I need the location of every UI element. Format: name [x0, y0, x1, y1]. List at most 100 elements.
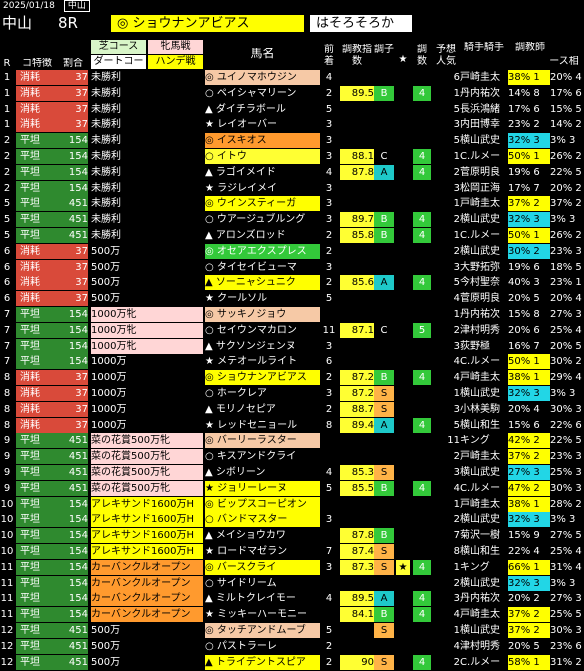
- train-count: 4: [413, 607, 431, 623]
- horse-name[interactable]: ○ タイセイビューマ: [205, 260, 320, 275]
- table-row[interactable]: 11 平坦 154 カーバンクルオープン ◎ バースクライ 3 87.3 S ★ 4 1 キング 66%…: [0, 559, 584, 576]
- horse-name[interactable]: ★ ジョリーレーヌ: [205, 480, 320, 496]
- horse-name[interactable]: ○ サイドリーム: [205, 576, 320, 591]
- horse-name[interactable]: ★ レイオーバー: [205, 117, 320, 132]
- table-row[interactable]: 5 平坦 451 未勝利 ○ ウアージュブルング 3 89.7 B 4 2 横山武史 32% 3 3% …: [0, 212, 584, 228]
- table-row[interactable]: 11 平坦 154 カーバンクルオープン ▲ ミルトクレイモー 4 89.5 A 4 3 丹内祐次 2…: [0, 591, 584, 607]
- table-row[interactable]: 12 平坦 451 500万 ○ パストラーレ 2 4 津村明秀 20% 5 23% 6: [0, 638, 584, 655]
- horse-name[interactable]: ◎ ウインスティーガ: [205, 196, 320, 212]
- table-row[interactable]: 10 平坦 154 アレキサンド1600万H ◎ ビップスコーピオン 1 戸崎圭太 38% 1…: [0, 496, 584, 513]
- trainer-rate: 30% 3: [550, 403, 582, 415]
- table-row[interactable]: 9 平坦 451 菜の花賞500万牝 ○ キスアンドクライ 2 戸崎圭太 37% 2 23% 3: [0, 449, 584, 465]
- ratio: 154: [58, 354, 88, 370]
- horse-name[interactable]: ○ イトウ: [205, 149, 320, 164]
- jockey: 横山武史: [460, 135, 500, 147]
- table-row[interactable]: 2 平坦 154 未勝利 ○ イトウ 3 88.1 C 4 1 C.ルメー 50% 1 26% 2: [0, 149, 584, 165]
- star-mark: [396, 181, 410, 196]
- horse-name[interactable]: ◎ ユイノマホウジン: [205, 70, 320, 85]
- table-row[interactable]: 8 消耗 37 1000万 ▲ モリノセピア 2 88.7 S 3 小林美駒 20% 4 30% 3: [0, 401, 584, 418]
- horse-name[interactable]: ◎ タッチアンドムーブ: [205, 623, 320, 638]
- horse-name[interactable]: ★ レッドセニョール: [205, 418, 320, 433]
- horse-name[interactable]: ○ パストラーレ: [205, 639, 320, 654]
- table-row[interactable]: 10 平坦 154 アレキサンド1600万H ★ ロードマゼラン 7 87.4 S 8 横山和生 2…: [0, 544, 584, 560]
- horse-name[interactable]: ▲ サクソンジェンヌ: [205, 339, 320, 354]
- train-index: [340, 117, 374, 132]
- jockey: 長浜鴻緒: [460, 103, 500, 115]
- horse-name[interactable]: ▲ シボリーン: [205, 465, 320, 480]
- table-row[interactable]: 1 消耗 37 未勝利 ○ ペイシャマリーン 2 89.5 B 4 1 丹内祐次 14% 8 17% 6: [0, 85, 584, 102]
- header-cond2: 調子: [374, 44, 394, 55]
- table-row[interactable]: 7 平坦 154 1000万 ★ メテオールライト 6 4 C.ルメー 50% 1 30% 2: [0, 354, 584, 370]
- train-index: [340, 102, 374, 117]
- table-row[interactable]: 6 消耗 37 500万 ○ タイセイビューマ 3 3 大野拓弥 19% 6 18% 5: [0, 259, 584, 276]
- table-row[interactable]: 1 消耗 37 未勝利 ◎ ユイノマホウジン 4 6 戸崎圭太 38% 1 20% 4: [0, 70, 584, 86]
- horse-name[interactable]: ◎ オセアエクスプレス: [205, 243, 320, 259]
- horse-name[interactable]: ▲ トライデントスピア: [205, 654, 320, 670]
- table-row[interactable]: 10 平坦 154 アレキサンド1600万H ▲ メイショウカワ 87.8 B 7 菊沢一樹 15…: [0, 528, 584, 544]
- table-row[interactable]: 7 平坦 154 1000万牝 ▲ サクソンジェンヌ 3 3 荻野極 16% 7 20% 5: [0, 338, 584, 355]
- table-row[interactable]: 12 平坦 451 500万 ▲ トライデントスピア 2 90 S 4 2 C.ルメー 58% 1 31…: [0, 654, 584, 671]
- jockey: 横山武史: [460, 514, 500, 526]
- horse-name[interactable]: ▲ モリノセピア: [205, 402, 320, 417]
- track-feature: 平坦: [16, 149, 62, 164]
- ratio: 451: [58, 623, 88, 638]
- horse-name[interactable]: ★ クールソル: [205, 291, 320, 306]
- table-row[interactable]: 11 平坦 154 カーバンクルオープン ★ ミッキーハーモニー 84.1 B 4 4 戸崎圭太 3…: [0, 607, 584, 623]
- horse-name[interactable]: ▲ ミルトクレイモー: [205, 591, 320, 606]
- table-row[interactable]: 5 平坦 451 未勝利 ▲ アロンズロッド 2 85.8 B 4 1 C.ルメー 50% 1 26% …: [0, 228, 584, 244]
- table-row[interactable]: 9 平坦 451 菜の花賞500万牝 ▲ シボリーン 4 85.3 S 3 横山武史 27% 3 25…: [0, 465, 584, 481]
- table-row[interactable]: 7 平坦 154 1000万牝 ◎ サッキノジョウ 1 丹内祐次 15% 8 27% 3: [0, 307, 584, 323]
- table-row[interactable]: 7 平坦 154 1000万牝 ○ セイウンマカロン 11 87.1 C 5 2 津村明秀 20% 6…: [0, 322, 584, 339]
- horse-name[interactable]: ▲ アロンズロッド: [205, 228, 320, 243]
- table-row[interactable]: 12 平坦 451 500万 ◎ タッチアンドムーブ 5 S 1 横山武史 37% 2 30% 3: [0, 623, 584, 639]
- table-row[interactable]: 1 消耗 37 未勝利 ▲ ダイチラボール 5 5 長浜鴻緒 17% 6 15% 5: [0, 101, 584, 118]
- race-no: 12: [0, 625, 14, 636]
- table-row[interactable]: 5 平坦 451 未勝利 ◎ ウインスティーガ 3 1 戸崎圭太 37% 2 37% 2: [0, 196, 584, 212]
- horse-name[interactable]: ○ セイウンマカロン: [205, 323, 320, 338]
- horse-name[interactable]: ◎ イスキオス: [205, 133, 320, 149]
- horse-name[interactable]: ○ ホークレア: [205, 386, 320, 401]
- table-row[interactable]: 6 消耗 37 500万 ◎ オセアエクスプレス 2 2 横山武史 30% 2 23% 3: [0, 243, 584, 260]
- table-row[interactable]: 2 平坦 154 未勝利 ▲ ラゴイメイド 4 87.8 A 4 2 菅原明良 19% 6 22% 5: [0, 164, 584, 181]
- table-row[interactable]: 6 消耗 37 500万 ▲ ソーニャシュニク 2 85.6 A 4 5 今村聖奈 40% 3 23% …: [0, 275, 584, 291]
- table-row[interactable]: 2 平坦 154 未勝利 ◎ イスキオス 3 5 横山武史 32% 3 3% 3: [0, 133, 584, 149]
- horse-name[interactable]: ◎ バースクライ: [205, 559, 320, 575]
- horse-name[interactable]: ◎ ショウナンアビアス: [205, 370, 320, 386]
- table-row[interactable]: 6 消耗 37 500万 ★ クールソル 5 4 菅原明良 20% 5 20% 4: [0, 291, 584, 307]
- ratio: 451: [58, 433, 88, 449]
- horse-name[interactable]: ○ ウアージュブルング: [205, 212, 320, 227]
- train-count: 4: [413, 149, 431, 164]
- horse-name[interactable]: ◎ バーリーラスター: [205, 433, 320, 449]
- table-row[interactable]: 1 消耗 37 未勝利 ★ レイオーバー 3 3 内田博幸 23% 2 14% 2: [0, 117, 584, 133]
- horse-name[interactable]: ★ ミッキーハーモニー: [205, 607, 320, 622]
- horse-name[interactable]: ★ ロードマゼラン: [205, 544, 320, 559]
- table-row[interactable]: 9 平坦 451 菜の花賞500万牝 ★ ジョリーレーヌ 5 85.5 B 4 4 C.ルメー 47%…: [0, 480, 584, 497]
- horse-name[interactable]: ◎ サッキノジョウ: [205, 307, 320, 322]
- prev-finish: 11: [322, 324, 336, 336]
- prev-finish: 7: [325, 546, 333, 557]
- venue-chip[interactable]: 中山: [63, 0, 90, 12]
- star-mark: [396, 449, 410, 464]
- horse-name[interactable]: ★ メテオールライト: [205, 354, 320, 369]
- table-row[interactable]: 8 消耗 37 1000万 ◎ ショウナンアビアス 2 87.2 B 4 4 戸崎圭太 38% 1 29…: [0, 370, 584, 386]
- table-row[interactable]: 9 平坦 451 菜の花賞500万牝 ◎ バーリーラスター 11 キング 42% 2 22% 5: [0, 433, 584, 449]
- trainer-rate: 17% 6: [550, 87, 582, 99]
- horse-name[interactable]: ★ ラジレイメイ: [205, 181, 320, 196]
- star-mark: [396, 497, 410, 512]
- table-row[interactable]: 8 消耗 37 1000万 ○ ホークレア 3 87.2 S 1 横山武史 32% 3 3% 3: [0, 386, 584, 402]
- predicted-pop: 1: [453, 87, 460, 99]
- condition: S: [374, 386, 394, 401]
- horse-name[interactable]: ○ ペイシャマリーン: [205, 86, 320, 101]
- horse-name[interactable]: ○ バンドマスター: [205, 512, 320, 528]
- horse-name[interactable]: ◎ ビップスコーピオン: [205, 496, 320, 512]
- horse-name[interactable]: ▲ ソーニャシュニク: [205, 275, 320, 291]
- horse-name[interactable]: ○ キスアンドクライ: [205, 449, 320, 464]
- table-row[interactable]: 8 消耗 37 1000万 ★ レッドセニョール 8 89.4 A 4 5 横山和生 15% 6 22%…: [0, 417, 584, 434]
- table-row[interactable]: 2 平坦 154 未勝利 ★ ラジレイメイ 3 3 松岡正海 17% 7 20% 2: [0, 180, 584, 197]
- table-row[interactable]: 10 平坦 154 アレキサンド1600万H ○ バンドマスター 3 2 横山武史 32% 33…: [0, 512, 584, 528]
- table-row[interactable]: 11 平坦 154 カーバンクルオープン ○ サイドリーム 2 横山武史 32% 3 3% 3: [0, 575, 584, 592]
- horse-name[interactable]: ▲ メイショウカワ: [205, 528, 320, 543]
- trainer-rate: 15% 5: [550, 103, 582, 115]
- horse-name[interactable]: ▲ ダイチラボール: [205, 102, 320, 117]
- horse-name[interactable]: ▲ ラゴイメイド: [205, 165, 320, 180]
